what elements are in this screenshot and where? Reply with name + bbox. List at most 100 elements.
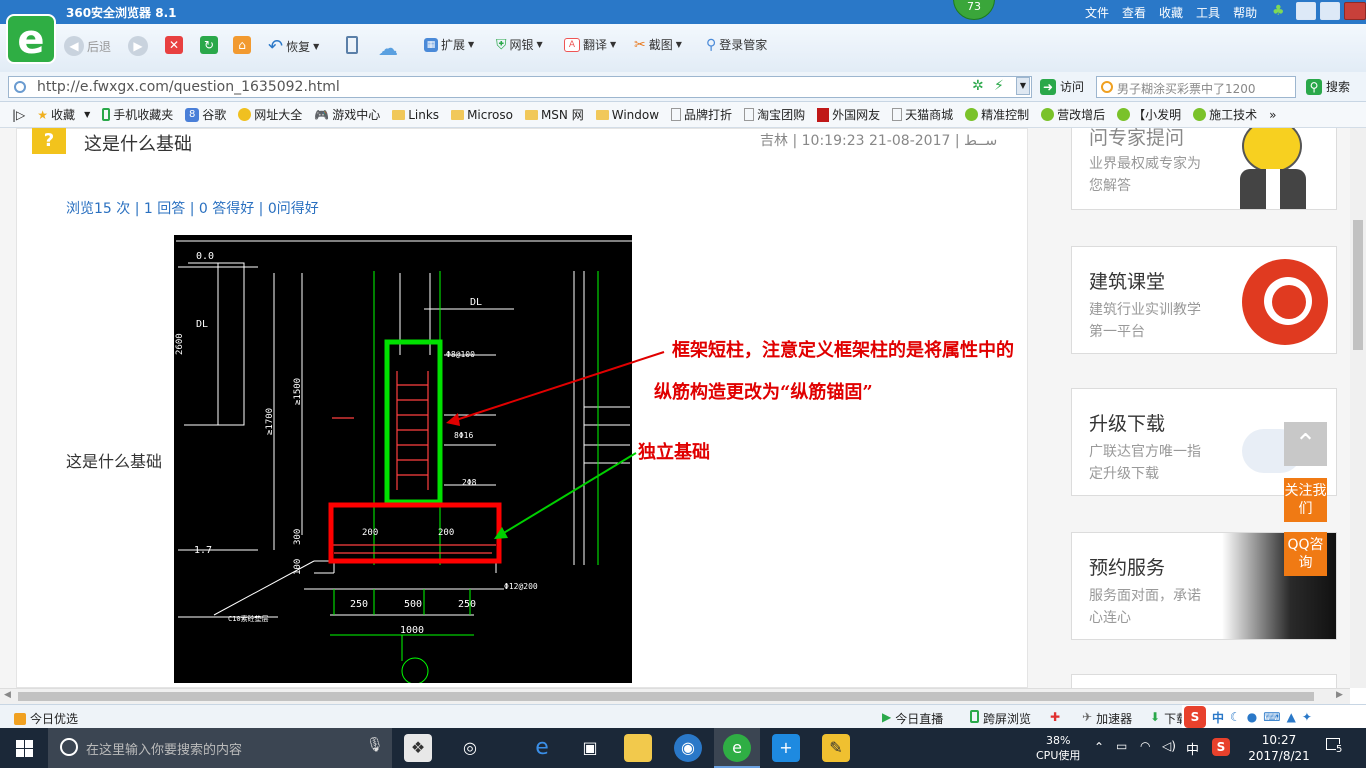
stop-button[interactable]: ✕ [165,36,183,54]
back-to-top-button[interactable]: ⌃ [1284,422,1327,466]
menu-tools[interactable]: 工具 [1196,4,1220,21]
accelerator-button[interactable]: ✈ 加速器 [1082,710,1132,727]
bookmark-item[interactable]: MSN 网 [524,106,584,123]
notification-badge[interactable]: 73 [953,0,995,20]
bookmark-item[interactable]: 品牌打折 [671,106,732,123]
store-icon[interactable]: ▣ [576,734,604,762]
bookmark-favorites[interactable]: ★ 收藏 ▼ [37,106,90,123]
refresh-button[interactable]: ↻ [200,36,218,54]
notification-center-icon[interactable]: 5 [1326,738,1346,758]
bookmark-item[interactable]: 施工技术 [1193,106,1257,123]
bookmark-item[interactable]: Links [392,108,439,122]
chevron-down-icon: ▼ [536,40,543,49]
extend-button[interactable]: ▦ 扩展 ▼ [424,36,474,53]
mic-icon[interactable]: 🎙 [366,737,384,753]
undo-icon: ↶ [268,36,284,57]
bookmark-item[interactable]: 🎮 游戏中心 [314,106,380,123]
bookmark-item[interactable]: 网址大全 [238,106,302,123]
cortana-icon [60,738,78,756]
active-app-slot[interactable]: e [714,728,760,768]
url-dropdown-icon[interactable]: ▼ [1016,77,1030,95]
bookmark-item[interactable]: 天猫商城 [892,106,953,123]
menu-file[interactable]: 文件 [1085,4,1109,21]
horizontal-scrollbar[interactable]: ◀ ▶ [0,688,1350,704]
app-icon[interactable]: ◎ [456,734,484,762]
taskbar-search-input[interactable]: 在这里输入你要搜索的内容 [48,728,392,768]
search-button[interactable]: ⚲ 搜索 [1306,78,1350,95]
cloud-button[interactable]: ☁ [378,36,398,60]
browser-logo-icon[interactable]: e [6,14,56,64]
home-button[interactable]: ⌂ [233,36,251,54]
tray-expand-icon[interactable]: ⌃ [1094,740,1104,754]
scrollbar-thumb[interactable] [1353,220,1363,350]
scroll-left-icon[interactable]: ◀ [4,690,11,700]
sogou-icon: S [1184,706,1206,728]
security-icon[interactable]: ✲ [972,78,984,94]
sidebar-ad-expert[interactable]: 问专家提问 业界最权威专家为您解答 [1071,128,1337,210]
cross-screen-button[interactable]: 跨屏浏览 [970,710,1031,727]
edge-icon[interactable]: e [528,734,556,762]
speed-icon[interactable]: ⚡ [994,78,1004,94]
scrollbar-thumb[interactable] [18,692,1314,701]
clock[interactable]: 10:27 2017/8/21 [1244,732,1314,764]
bookmark-item[interactable]: 营改增后 [1041,106,1105,123]
maximize-button[interactable] [1320,2,1340,20]
screenshot-button[interactable]: ✂ 截图 ▼ [634,36,682,53]
folder-icon [595,109,609,120]
forward-arrow-icon: ▶ [128,36,148,56]
bookmark-item[interactable]: Microso [451,108,513,122]
more-bookmarks-icon[interactable]: » [1269,108,1276,122]
task-view-icon[interactable]: ❖ [404,734,432,762]
google-icon: 8 [185,107,200,122]
volume-icon[interactable]: ◁) [1162,739,1176,753]
vertical-scrollbar[interactable] [1350,128,1366,688]
skin-icon[interactable]: ♣ [1272,4,1290,18]
bookmark-item[interactable]: 精准控制 [965,106,1029,123]
qq-consult-button[interactable]: QQ咨询 [1284,532,1327,576]
translate-icon: A [564,37,580,52]
bookmark-item[interactable]: 淘宝团购 [744,106,805,123]
file-explorer-icon[interactable] [624,734,652,762]
login-manager-button[interactable]: ⚲ 登录管家 [706,36,767,53]
scissors-icon: ✂ [634,36,646,53]
restore-button[interactable]: ↶ 恢复 ▼ [268,36,319,57]
start-button[interactable] [16,740,33,757]
ime-toolbar[interactable]: S 中 ☾ ● ⌨ ▲ ✦ [1182,705,1366,729]
menu-help[interactable]: 帮助 [1233,4,1257,21]
translate-button[interactable]: A 翻译 ▼ [564,36,616,53]
browser-icon[interactable]: ◉ [674,734,702,762]
search-input[interactable]: 男子糊涂买彩票中了1200 [1096,76,1296,98]
wifi-icon[interactable]: ◠ [1140,739,1150,753]
arrow-right-icon: ➜ [1040,78,1056,95]
cpu-meter[interactable]: 38% CPU使用 [1036,733,1080,763]
back-button[interactable]: ◀ 后退 [64,36,111,56]
scroll-right-icon[interactable]: ▶ [1336,690,1343,700]
url-input[interactable]: http://e.fwxgx.com/question_1635092.html [8,76,1032,98]
app-plus-icon[interactable]: + [772,734,800,762]
bookmark-item[interactable]: Window [595,108,659,122]
bookmark-item[interactable]: 手机收藏夹 [102,106,173,123]
follow-us-button[interactable]: 关注我们 [1284,478,1327,522]
ime-indicator[interactable]: 中 [1186,739,1199,758]
phone-button[interactable] [346,36,358,54]
menu-favorites[interactable]: 收藏 [1159,4,1183,21]
health-icon[interactable]: ✚ [1050,710,1060,724]
bookmark-item[interactable]: 8 谷歌 [185,106,226,123]
notes-icon[interactable]: ✎ [822,734,850,762]
sidebar-ad-classroom[interactable]: 建筑课堂 建筑行业实训教学第一平台 [1071,246,1337,354]
sogou-tray-icon[interactable]: S [1212,738,1230,756]
network-icon[interactable]: ▭ [1116,739,1127,753]
menu-view[interactable]: 查看 [1122,4,1146,21]
today-picks-button[interactable]: 今日优选 [14,710,78,727]
bank-button[interactable]: ⛨ 网银 ▼ [496,36,543,53]
close-button[interactable] [1344,2,1366,20]
bookmark-item[interactable]: 外国网友 [817,106,880,123]
sidebar-toggle-icon[interactable]: |▷ [12,108,25,122]
toolbar: ◀ 后退 ▶ ✕ ↻ ⌂ ↶ 恢复 ▼ ☁ ▦ 扩展 ▼ ⛨ 网银 ▼ A 翻译… [0,24,1366,72]
minimize-button[interactable] [1296,2,1316,20]
forward-button[interactable]: ▶ [128,36,148,56]
folder-icon [392,109,406,120]
bookmark-item[interactable]: 【小发明 [1117,106,1181,123]
visit-button[interactable]: ➜ 访问 [1040,78,1084,95]
live-button[interactable]: ▶ 今日直播 [882,710,943,727]
